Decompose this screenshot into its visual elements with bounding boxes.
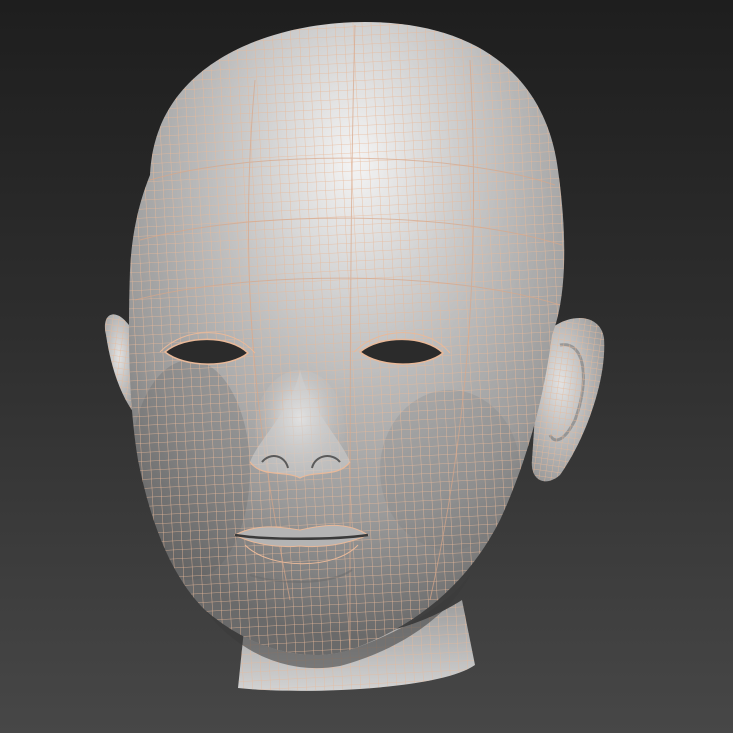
3d-viewport[interactable] — [0, 0, 733, 733]
head-model[interactable] — [0, 0, 733, 733]
